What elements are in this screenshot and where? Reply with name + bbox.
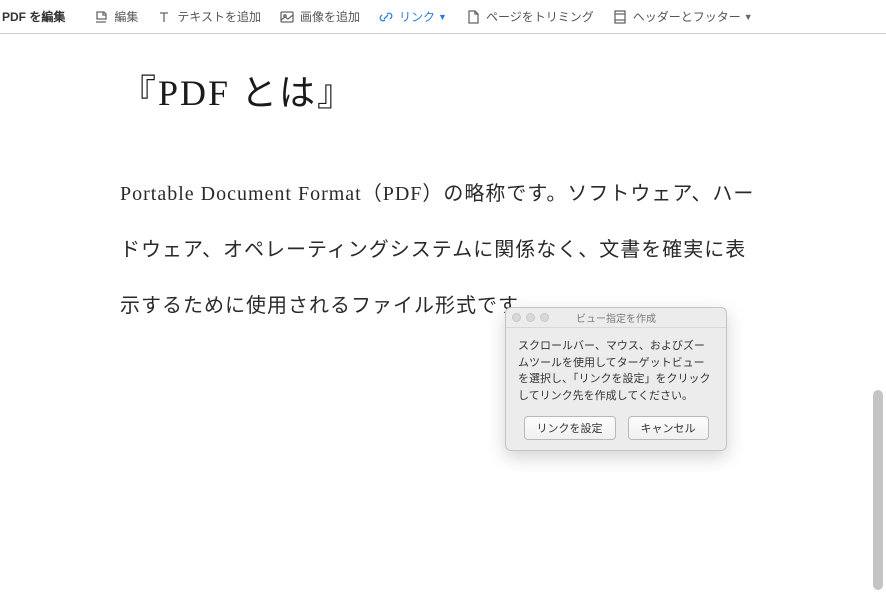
toolbar-title: PDF を編集 xyxy=(2,8,75,25)
add-text-button[interactable]: テキストを追加 xyxy=(156,8,261,25)
cancel-button[interactable]: キャンセル xyxy=(628,416,709,440)
document-area: 『PDF とは』 Portable Document Format（PDF）の略… xyxy=(0,34,886,334)
header-footer-icon xyxy=(612,9,628,25)
header-footer-button[interactable]: ヘッダーとフッター ▼ xyxy=(612,8,753,25)
link-icon xyxy=(378,9,394,25)
link-button[interactable]: リンク ▼ xyxy=(378,8,447,25)
add-image-label: 画像を追加 xyxy=(300,8,360,25)
header-footer-label: ヘッダーとフッター xyxy=(633,8,741,25)
dialog-buttons: リンクを設定 キャンセル xyxy=(506,410,726,450)
zoom-window-button[interactable] xyxy=(540,313,549,322)
text-icon xyxy=(156,9,172,25)
trim-page-button[interactable]: ページをトリミング xyxy=(465,8,594,25)
minimize-window-button[interactable] xyxy=(526,313,535,322)
dialog-titlebar[interactable]: ビュー指定を作成 xyxy=(506,308,726,328)
edit-label: 編集 xyxy=(114,8,138,25)
page-trim-icon xyxy=(465,9,481,25)
link-label: リンク xyxy=(399,8,435,25)
toolbar: PDF を編集 編集 テキストを追加 画像を追加 リンク ▼ ページをトリミング xyxy=(0,0,886,34)
edit-icon xyxy=(93,9,109,25)
scrollbar-track[interactable] xyxy=(872,40,884,610)
chevron-down-icon: ▼ xyxy=(744,12,753,22)
scrollbar-thumb[interactable] xyxy=(873,390,883,590)
create-view-dialog: ビュー指定を作成 スクロールバー、マウス、およびズームツールを使用してターゲット… xyxy=(505,307,727,451)
edit-button[interactable]: 編集 xyxy=(93,8,138,25)
window-controls xyxy=(512,313,549,322)
add-image-button[interactable]: 画像を追加 xyxy=(279,8,360,25)
dialog-message: スクロールバー、マウス、およびズームツールを使用してターゲットビューを選択し、「… xyxy=(506,328,726,410)
document-title: 『PDF とは』 xyxy=(120,64,766,116)
add-text-label: テキストを追加 xyxy=(177,8,261,25)
chevron-down-icon: ▼ xyxy=(438,12,447,22)
trim-page-label: ページをトリミング xyxy=(486,8,594,25)
image-icon xyxy=(279,9,295,25)
close-window-button[interactable] xyxy=(512,313,521,322)
set-link-button[interactable]: リンクを設定 xyxy=(524,416,616,440)
